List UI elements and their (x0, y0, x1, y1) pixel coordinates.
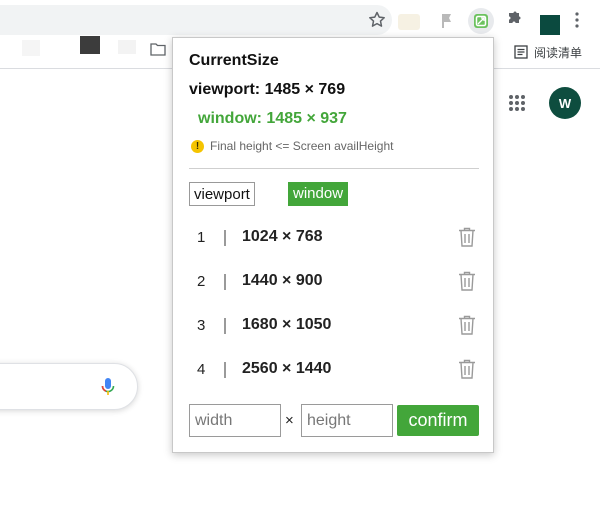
extensions-puzzle-icon[interactable] (503, 10, 523, 30)
reading-list-button[interactable]: 阅读清单 (514, 42, 582, 62)
divider (189, 168, 479, 169)
browser-toolbar (0, 0, 600, 40)
resize-icon (474, 14, 488, 28)
custom-size-form: × confirm (189, 404, 479, 437)
preset-separator (224, 362, 226, 378)
current-size-popup: CurrentSize viewport: 1485 × 769 window:… (172, 37, 494, 453)
extension-flag-icon[interactable] (439, 12, 457, 30)
bookmark-star-icon[interactable] (367, 10, 387, 30)
viewport-size-text: viewport: 1485 × 769 (189, 81, 346, 98)
bookmark-favicon[interactable] (22, 40, 40, 56)
preset-size: 1680 × 1050 (242, 316, 332, 333)
preset-row[interactable]: 1 1024 × 768 (189, 223, 479, 253)
delete-trash-icon[interactable] (457, 270, 477, 292)
extension-icon-blurred[interactable] (398, 14, 420, 30)
warning-icon: ! (191, 139, 204, 153)
mode-viewport-button[interactable]: viewport (189, 182, 255, 206)
preset-separator (224, 274, 226, 290)
address-bar[interactable] (0, 5, 392, 35)
delete-trash-icon[interactable] (457, 314, 477, 336)
confirm-button[interactable]: confirm (397, 405, 479, 436)
voice-search-mic-icon[interactable] (100, 377, 116, 397)
current-size-extension-button[interactable] (468, 8, 494, 34)
height-input[interactable] (301, 404, 393, 437)
preset-row[interactable]: 3 1680 × 1050 (189, 311, 479, 341)
preset-index: 3 (197, 317, 206, 334)
preset-index: 1 (197, 229, 206, 246)
preset-row[interactable]: 2 1440 × 900 (189, 267, 479, 297)
preset-index: 4 (197, 361, 206, 378)
delete-trash-icon[interactable] (457, 358, 477, 380)
google-apps-icon[interactable] (508, 94, 526, 112)
preset-size: 1024 × 768 (242, 228, 323, 245)
bookmark-favicon[interactable] (80, 36, 100, 54)
height-warning: ! Final height <= Screen availHeight (191, 139, 393, 153)
popup-title: CurrentSize (189, 52, 279, 69)
times-symbol: × (285, 412, 294, 429)
warning-text: Final height <= Screen availHeight (210, 139, 394, 153)
google-search-box[interactable] (0, 363, 138, 410)
preset-size: 2560 × 1440 (242, 360, 332, 377)
preset-size: 1440 × 900 (242, 272, 323, 289)
bookmark-folder-icon[interactable] (150, 42, 166, 56)
delete-trash-icon[interactable] (457, 226, 477, 248)
mode-window-button[interactable]: window (288, 182, 349, 206)
preset-row[interactable]: 4 2560 × 1440 (189, 355, 479, 385)
more-menu-icon[interactable] (570, 10, 584, 30)
reading-list-icon (514, 45, 528, 59)
preset-index: 2 (197, 273, 206, 290)
bookmark-favicon[interactable] (118, 40, 136, 54)
account-avatar[interactable]: W (549, 87, 581, 119)
window-size-text: window: 1485 × 937 (198, 110, 347, 127)
width-input[interactable] (189, 404, 281, 437)
preset-separator (224, 230, 226, 246)
preset-separator (224, 318, 226, 334)
profile-icon[interactable] (540, 15, 560, 35)
browser-window: 阅读清单 W CurrentSize viewport: 1485 × 769 … (0, 0, 600, 511)
reading-list-label: 阅读清单 (534, 45, 583, 60)
